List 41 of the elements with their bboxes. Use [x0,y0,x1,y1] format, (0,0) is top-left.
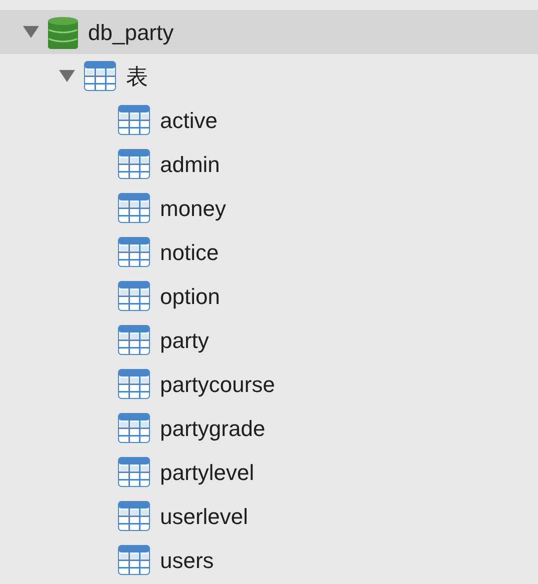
tree-row[interactable]: userlevel [0,494,538,538]
tree-row[interactable]: active [0,98,538,142]
node-label: users [160,546,214,574]
table-icon [118,281,150,311]
tree-row[interactable]: partygrade [0,406,538,450]
table-icon [118,413,150,443]
table-icon [118,545,150,575]
node-label: partylevel [160,458,254,487]
tree-row[interactable]: users [0,538,538,582]
table-icon [118,325,150,355]
tree-row[interactable]: notice [0,230,538,274]
node-label: party [160,326,209,355]
table-icon [118,237,150,267]
tree-row[interactable]: db_party [0,10,538,54]
node-label: active [160,106,218,134]
collapse-arrow-icon[interactable] [22,25,40,39]
table-icon [118,193,150,223]
node-label: 表 [126,62,148,90]
table-icon [84,61,116,91]
table-icon [118,149,150,179]
table-icon [118,369,150,399]
tree-row[interactable]: admin [0,142,538,186]
node-label: option [160,282,220,311]
table-icon [118,501,150,531]
table-icon [118,105,150,135]
node-label: partycourse [160,370,275,399]
database-icon [48,16,78,48]
tree-row[interactable]: partycourse [0,362,538,406]
node-label: partygrade [160,414,266,443]
collapse-arrow-icon[interactable] [58,69,76,83]
tree-row[interactable]: money [0,186,538,230]
tree-row[interactable]: party [0,318,538,362]
node-label: db_party [88,18,174,47]
tree-row[interactable]: option [0,274,538,318]
node-label: money [160,194,226,223]
node-label: notice [160,238,219,266]
node-label: admin [160,150,220,178]
table-icon [118,457,150,487]
node-label: userlevel [160,502,248,530]
tree-row[interactable]: partylevel [0,450,538,494]
tree-row[interactable]: 表 [0,54,538,98]
